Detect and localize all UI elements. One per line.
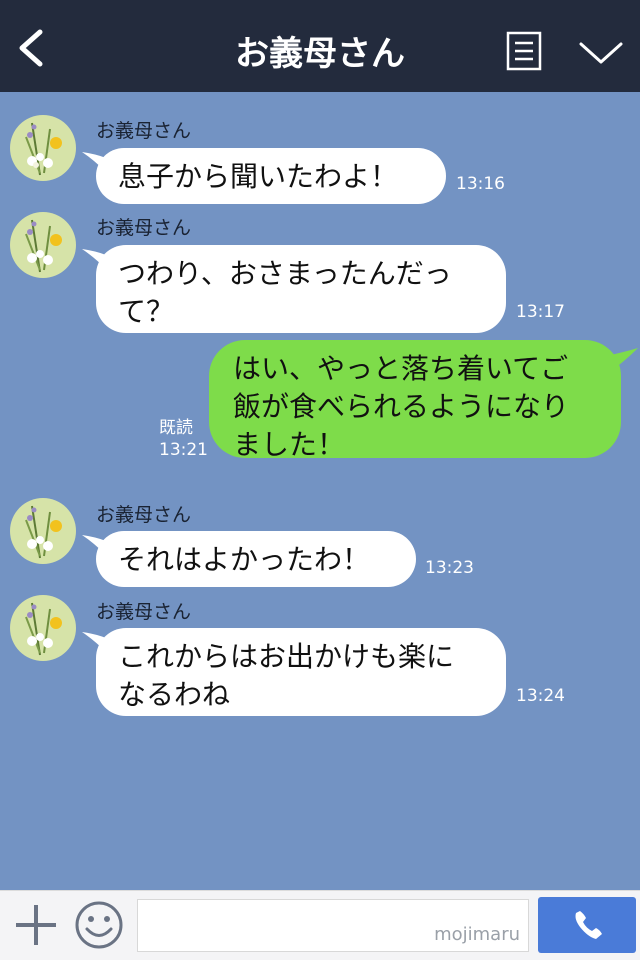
sender-name: お義母さん — [96, 504, 192, 526]
avatar[interactable] — [10, 498, 76, 564]
chat-header: お義母さん — [0, 0, 640, 92]
flower-avatar-icon — [10, 595, 76, 661]
message-text-line: なるわね — [118, 678, 231, 711]
plus-icon[interactable] — [14, 903, 58, 947]
message-bubble[interactable]: これからはお出かけも楽に なるわね — [96, 628, 506, 716]
flower-avatar-icon — [10, 498, 76, 564]
smiley-icon[interactable] — [74, 900, 124, 950]
message-text-line: つわり、おさまったんだっ — [118, 257, 452, 290]
message-text-line: これからはお出かけも楽に — [118, 640, 455, 673]
chat-area[interactable]: お義母さん 息子から聞いたわよ！ 13:16 お義母さん つわり、おさまったんだ… — [0, 92, 640, 890]
chevron-down-icon[interactable] — [578, 38, 624, 68]
message-text: それはよかったわ！ — [118, 543, 371, 576]
message-text-line: て？ — [118, 295, 175, 328]
flower-avatar-icon — [10, 115, 76, 181]
avatar[interactable] — [10, 595, 76, 661]
avatar[interactable] — [10, 212, 76, 278]
sender-name: お義母さん — [96, 120, 192, 142]
sender-name: お義母さん — [96, 217, 192, 239]
avatar[interactable] — [10, 115, 76, 181]
phone-icon — [575, 911, 602, 939]
call-button[interactable] — [538, 897, 636, 953]
message-time: 13:17 — [516, 302, 565, 322]
watermark-text: mojimaru — [434, 924, 520, 945]
flower-avatar-icon — [10, 212, 76, 278]
input-bar: mojimaru — [0, 890, 640, 960]
read-receipt: 既読 13:21 — [159, 417, 208, 461]
message-bubble[interactable]: 息子から聞いたわよ！ — [96, 148, 446, 204]
message-text-line: はい、やっと落ち着いてご — [233, 352, 569, 385]
message-text-line: 飯が食べられるようになり — [233, 390, 570, 423]
message-time: 13:23 — [425, 558, 474, 578]
message-bubble[interactable]: つわり、おさまったんだっ て？ — [96, 245, 506, 333]
sender-name: お義母さん — [96, 601, 192, 623]
my-message-bubble[interactable]: はい、やっと落ち着いてご 飯が食べられるようになり ました！ — [209, 340, 621, 461]
message-text-line: ました！ — [233, 428, 346, 461]
message-text: 息子から聞いたわよ！ — [118, 160, 399, 193]
message-time: 13:16 — [456, 174, 505, 194]
bubble-tail — [606, 348, 638, 372]
chat-title: お義母さん — [235, 34, 405, 74]
message-time: 13:21 — [159, 440, 208, 460]
message-time: 13:24 — [516, 686, 565, 706]
message-input[interactable]: mojimaru — [137, 899, 529, 952]
menu-list-icon[interactable] — [506, 31, 542, 71]
message-bubble[interactable]: それはよかったわ！ — [96, 531, 416, 587]
read-label: 既読 — [159, 418, 193, 438]
